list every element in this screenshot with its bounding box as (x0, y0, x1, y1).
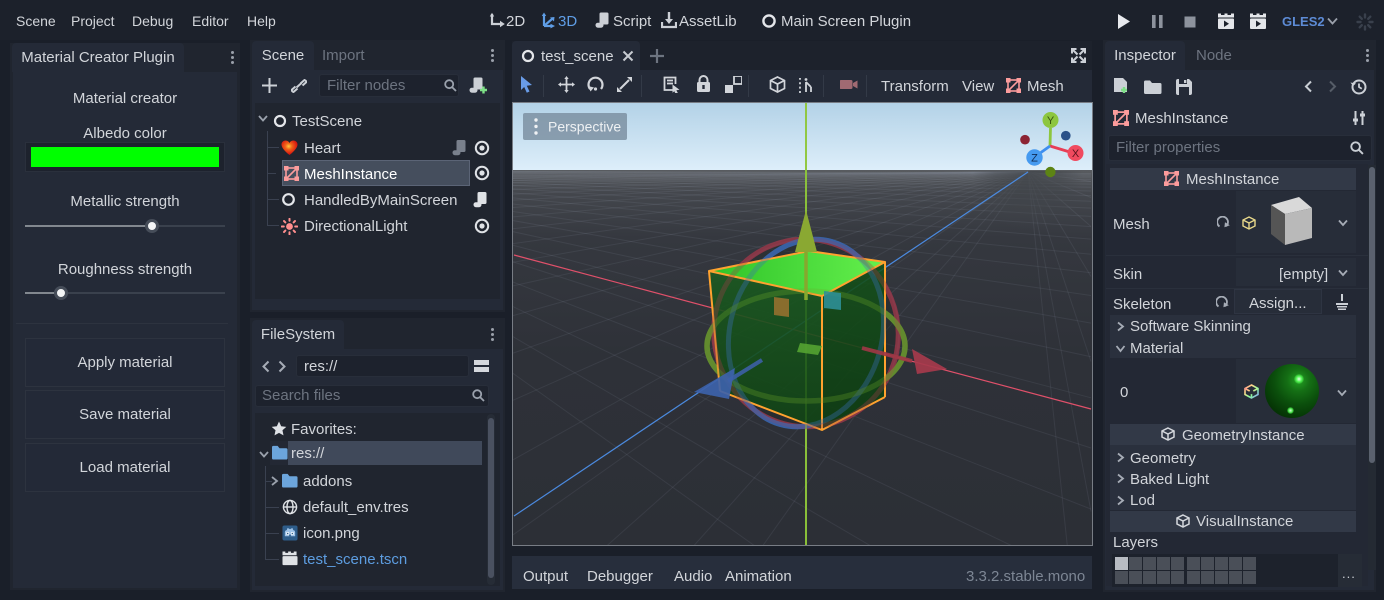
svg-text:Z: Z (1031, 153, 1038, 165)
svg-text:Y: Y (1047, 115, 1055, 127)
svg-text:X: X (1072, 148, 1080, 160)
svg-text:Perspective: Perspective (548, 119, 621, 135)
